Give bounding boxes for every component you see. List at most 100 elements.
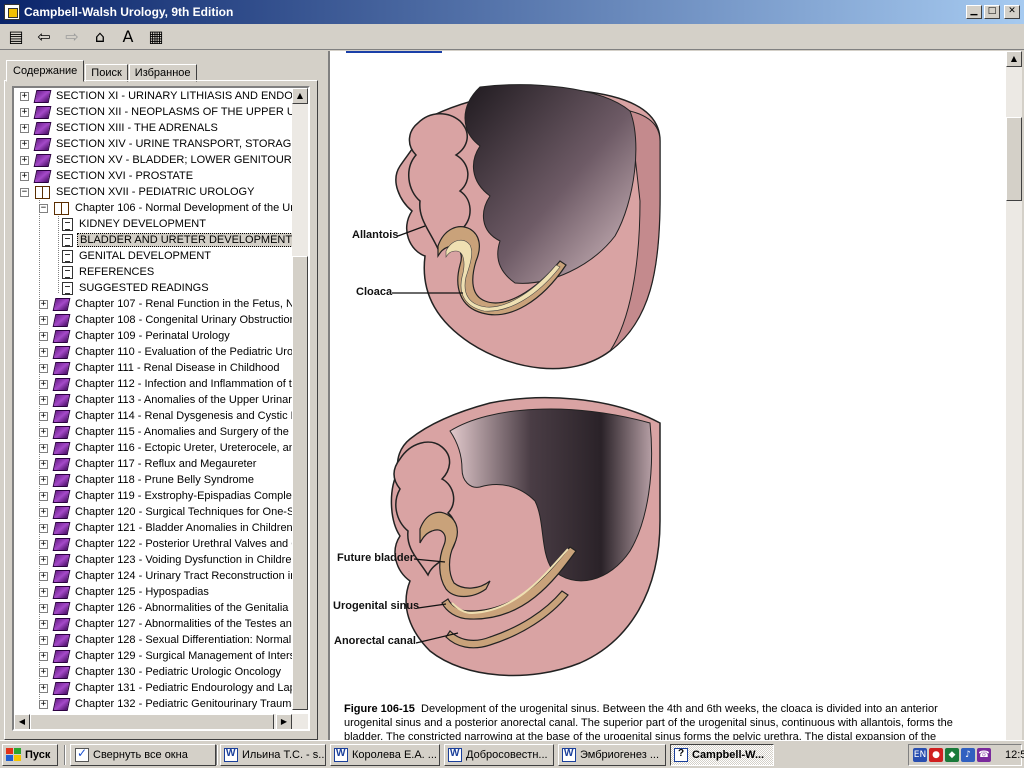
expand-icon[interactable]: + [39,523,48,533]
expand-icon[interactable]: + [20,139,29,149]
expand-icon[interactable]: + [39,379,48,389]
expand-icon[interactable]: + [39,475,48,485]
expand-icon[interactable]: + [39,331,48,341]
tree-book-item[interactable]: + SECTION XIII - THE ADRENALS [20,120,292,136]
tree-book-item[interactable]: + Chapter 122 - Posterior Urethral Valves… [39,536,292,552]
bluetooth-icon[interactable]: ☎ [977,748,991,762]
tree-book-item[interactable]: + SECTION XII - NEOPLASMS OF THE UPPER UR… [20,104,292,120]
expand-icon[interactable]: + [39,395,48,405]
expand-icon[interactable]: + [39,539,48,549]
tree-book-item[interactable]: + Chapter 108 - Congenital Urinary Obstru… [39,312,292,328]
content-scrollbar[interactable]: ▲ [1006,51,1022,740]
tree-book-item[interactable]: + Chapter 119 - Exstrophy-Epispadias Comp… [39,488,292,504]
tab-contents[interactable]: Содержание [6,60,85,82]
scroll-thumb[interactable] [292,256,308,710]
tree-book-item[interactable]: − Chapter 106 - Normal Development of the… [39,200,292,216]
expand-icon[interactable]: + [39,571,48,581]
expand-icon[interactable]: + [39,491,48,501]
tree-book-item[interactable]: + SECTION XI - URINARY LITHIASIS AND ENDO… [20,88,292,104]
scroll-right-button[interactable]: ▶ [276,714,292,729]
expand-icon[interactable]: + [20,91,29,101]
expand-icon[interactable]: + [39,507,48,517]
options-icon[interactable]: ▦ [144,26,168,48]
hscroll-thumb[interactable] [30,714,274,729]
tree-topic-item[interactable]: REFERENCES [58,264,292,280]
taskbar-window-button[interactable]: Эмбриогенез ... [558,744,666,766]
tree-book-item[interactable]: + Chapter 120 - Surgical Techniques for O… [39,504,292,520]
tree-book-item[interactable]: + Chapter 107 - Renal Function in the Fet… [39,296,292,312]
show-desktop-button[interactable]: Свернуть все окна [70,744,216,766]
maximize-button[interactable]: □ [984,5,1000,19]
network-icon[interactable]: ◆ [945,748,959,762]
expand-icon[interactable]: + [39,603,48,613]
antivirus-icon[interactable]: ● [929,748,943,762]
expand-icon[interactable]: + [39,411,48,421]
expand-icon[interactable]: + [39,555,48,565]
expand-icon[interactable]: + [39,635,48,645]
tree-book-item[interactable]: + Chapter 110 - Evaluation of the Pediatr… [39,344,292,360]
expand-icon[interactable]: + [39,651,48,661]
expand-icon[interactable]: + [20,107,29,117]
expand-icon[interactable]: + [39,667,48,677]
home-icon[interactable]: ⌂ [88,26,112,48]
back-icon[interactable]: ⇦ [32,26,56,48]
tree-book-item[interactable]: + Chapter 132 - Pediatric Genitourinary T… [39,696,292,712]
close-button[interactable]: ✕ [1004,5,1020,19]
taskbar-window-button[interactable]: Campbell-W... [670,744,774,766]
expand-icon[interactable]: + [39,683,48,693]
taskbar-window-button[interactable]: Королева Е.А. ... [330,744,440,766]
minimize-button[interactable]: ▁ [966,5,982,19]
tree-topic-item[interactable]: BLADDER AND URETER DEVELOPMENT [58,232,292,248]
tree-book-item[interactable]: + Chapter 130 - Pediatric Urologic Oncolo… [39,664,292,680]
expand-icon[interactable]: + [39,299,48,309]
tree-book-item[interactable]: + Chapter 116 - Ectopic Ureter, Ureteroce… [39,440,292,456]
expand-icon[interactable]: + [39,363,48,373]
tree-book-item[interactable]: + Chapter 131 - Pediatric Endourology and… [39,680,292,696]
content-scroll-thumb[interactable] [1006,117,1022,201]
tree-book-item[interactable]: + SECTION XIV - URINE TRANSPORT, STORAGE,… [20,136,292,152]
scroll-up-button[interactable]: ▲ [292,88,308,104]
tree-book-item[interactable]: + SECTION XV - BLADDER; LOWER GENITOURINA… [20,152,292,168]
tree-book-item[interactable]: + Chapter 118 - Prune Belly Syndrome [39,472,292,488]
expand-icon[interactable]: + [39,619,48,629]
contents-tree[interactable]: + SECTION XI - URINARY LITHIASIS AND ENDO… [12,86,310,731]
expand-icon[interactable]: + [39,315,48,325]
expand-icon[interactable]: + [39,699,48,709]
tree-hscrollbar[interactable]: ◀ ▶ [14,714,308,729]
tree-book-item[interactable]: + Chapter 114 - Renal Dysgenesis and Cyst… [39,408,292,424]
tree-book-item[interactable]: + Chapter 109 - Perinatal Urology [39,328,292,344]
tree-book-item[interactable]: + Chapter 117 - Reflux and Megaureter [39,456,292,472]
taskbar-window-button[interactable]: Добросовестн... [444,744,554,766]
tree-book-item[interactable]: + Chapter 128 - Sexual Differentiation: N… [39,632,292,648]
tree-book-item[interactable]: + Chapter 121 - Bladder Anomalies in Chil… [39,520,292,536]
tree-topic-item[interactable]: GENITAL DEVELOPMENT [58,248,292,264]
language-indicator-icon[interactable]: EN [913,748,927,762]
scroll-left-button[interactable]: ◀ [14,714,30,729]
expand-icon[interactable]: + [39,427,48,437]
collapse-icon[interactable]: − [39,203,48,213]
forward-icon[interactable]: ⇨ [60,26,84,48]
content-scroll-up-button[interactable]: ▲ [1006,51,1022,67]
help-app-icon[interactable] [4,4,20,20]
tree-book-item[interactable]: + Chapter 123 - Voiding Dysfunction in Ch… [39,552,292,568]
collapse-icon[interactable]: − [20,187,29,197]
tree-book-item[interactable]: + Chapter 127 - Abnormalities of the Test… [39,616,292,632]
tree-topic-item[interactable]: SUGGESTED READINGS [58,280,292,296]
expand-icon[interactable]: + [39,443,48,453]
expand-icon[interactable]: + [39,587,48,597]
tree-book-item[interactable]: + Chapter 125 - Hypospadias [39,584,292,600]
start-button[interactable]: Пуск [2,744,58,766]
tree-book-item[interactable]: + Chapter 111 - Renal Disease in Childhoo… [39,360,292,376]
expand-icon[interactable]: + [20,155,29,165]
expand-icon[interactable]: + [39,459,48,469]
tree-book-item[interactable]: + Chapter 112 - Infection and Inflammatio… [39,376,292,392]
volume-icon[interactable]: ♪ [961,748,975,762]
tree-book-item[interactable]: + Chapter 129 - Surgical Management of In… [39,648,292,664]
tree-book-item[interactable]: + Chapter 126 - Abnormalities of the Geni… [39,600,292,616]
hide-pane-icon[interactable]: ▤ [4,26,28,48]
tree-book-item[interactable]: + Chapter 124 - Urinary Tract Reconstruct… [39,568,292,584]
tree-topic-item[interactable]: KIDNEY DEVELOPMENT [58,216,292,232]
tree-book-item[interactable]: + SECTION XVI - PROSTATE [20,168,292,184]
expand-icon[interactable]: + [39,347,48,357]
tree-book-item[interactable]: + Chapter 115 - Anomalies and Surgery of … [39,424,292,440]
